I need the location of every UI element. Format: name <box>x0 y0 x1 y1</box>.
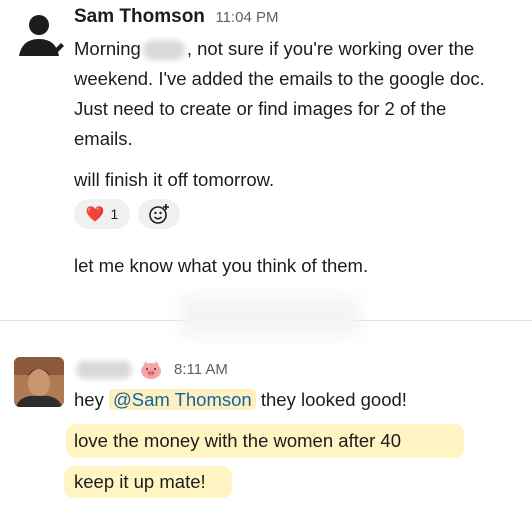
heart-reaction-button[interactable]: ❤️ 1 <box>74 199 130 229</box>
message-line: Just need to create or find images for 2… <box>74 98 447 119</box>
avatar-sam-thomson[interactable] <box>14 8 64 58</box>
user-silhouette-icon <box>19 15 64 56</box>
pig-icon[interactable] <box>140 360 162 385</box>
redacted-name <box>142 40 185 61</box>
timestamp[interactable]: 8:11 AM <box>174 361 228 378</box>
redacted-author <box>76 361 132 379</box>
reaction-count: 1 <box>110 206 119 222</box>
add-reaction-button[interactable] <box>138 199 180 229</box>
message-line: let me know what you think of them. <box>74 255 369 276</box>
timestamp[interactable]: 11:04 PM <box>215 9 278 26</box>
text-segment: Morning <box>74 38 141 59</box>
message-line: weekend. I've added the emails to the go… <box>74 68 485 89</box>
message-line: hey @Sam Thomson they looked good! <box>74 388 407 412</box>
message-line: will finish it off tomorrow. <box>74 169 275 190</box>
mention-sam-thomson[interactable]: @Sam Thomson <box>108 389 256 410</box>
author-name[interactable]: Sam Thomson <box>74 6 205 27</box>
message-line: love the money with the women after 40 <box>74 430 402 451</box>
message-line: emails. <box>74 128 133 149</box>
user-photo-icon <box>14 357 64 407</box>
text-segment: hey <box>74 389 104 410</box>
message-header: Sam Thomson 11:04 PM <box>74 6 278 28</box>
blurred-area <box>180 296 360 336</box>
message-line: keep it up mate! <box>74 471 206 492</box>
avatar-reply-user[interactable] <box>14 357 64 407</box>
emoji-plus-icon <box>149 204 169 224</box>
text-segment: they looked good! <box>260 389 407 410</box>
heart-icon: ❤️ <box>85 206 105 223</box>
text-segment: , not sure if you're working over the <box>186 38 475 59</box>
message-line: Morning , not sure if you're working over… <box>74 37 474 61</box>
